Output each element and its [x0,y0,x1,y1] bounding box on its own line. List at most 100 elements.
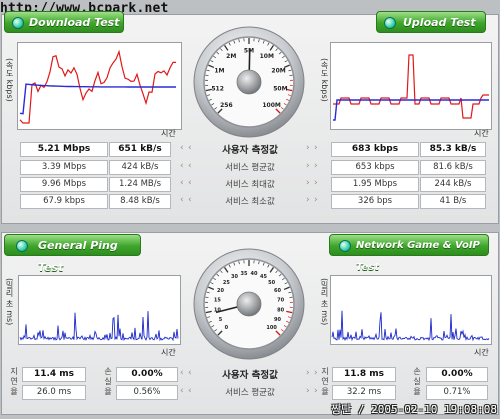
upload-speed-line [333,54,489,119]
chevron-left-icon: ‹ [180,161,184,171]
gauge-tick-label: 0 [225,325,229,331]
gauge-tick-label: 70 [277,297,284,303]
chevron-right-icon: › [306,195,310,205]
download-bytes-value: 1.24 MB/s [109,177,171,192]
voip-loss-value: 0.71% [426,385,488,400]
ping-latency-value: 11.4 ms [22,367,86,382]
voip-loss-side-label: 손실율 [413,367,421,396]
chevron-right-icon: › [306,368,310,378]
gauge-tick-label: 5 [219,317,223,323]
ping-x-axis-label: 시간 [161,348,176,357]
general-ping-test-tab[interactable]: General Ping Test [4,234,141,274]
download-speed-graph [17,42,182,130]
download-test-title: Download Test [29,16,120,29]
ping-loss-value: 0.56% [116,385,178,400]
chevron-right-icon: › [314,368,318,378]
voip-latency-value: 32.2 ms [332,385,396,400]
ping-service-average-label: 서비스 평균값 [225,388,275,398]
upload-speed-graph [330,42,492,130]
gauge-tick-label: 20M [271,67,285,74]
gauge-tick-label: 2M [226,53,236,60]
service-max-label: 서비스 최대값 [225,180,275,190]
download-x-axis-label: 시간 [161,129,176,138]
ping-latency-line [19,311,179,342]
ping-loss-value: 0.00% [116,367,178,382]
gauge-tick-label: 50M [273,86,287,93]
service-average-label: 서비스 평균값 [225,163,275,173]
chevron-right-icon: › [306,386,310,396]
gauge-tick-label: 15 [214,297,221,303]
gauge-tick-label: 512 [211,86,224,93]
chevron-left-icon: ‹ [180,368,184,378]
voip-latency-graph [330,275,492,345]
footer-timestamp: 짱단 / 2005-02-10 19:08:08 [331,403,497,416]
speed-gauge: 2565121M2M5M10M20M50M100M [193,26,305,138]
upload-bytes-value: 81.6 kB/s [420,160,486,175]
chevron-left-icon: ‹ [180,386,184,396]
ping-latency-value: 26.0 ms [22,385,86,400]
gauge-tick-label: 50 [268,280,275,286]
gauge-tick-label: 80 [277,308,284,314]
download-y-axis-label: (속도 kbps) [5,57,14,102]
chevron-right-icon: › [314,178,318,188]
gauge-tick-label: 25 [223,280,230,286]
gauge-tick-label: 30 [231,274,238,280]
voip-test-tab[interactable]: Network Game & VoIP Test [329,234,489,273]
status-light-icon [339,240,351,252]
upload-bytes-value: 244 kB/s [420,177,486,192]
download-bps-value: 9.96 Mbps [20,177,108,192]
chevron-right-icon: › [314,195,318,205]
download-bytes-value: 651 kB/s [109,142,171,157]
upload-test-tab[interactable]: Upload Test [376,11,486,33]
upload-test-title: Upload Test [403,16,476,29]
download-bps-value: 5.21 Mbps [20,142,108,157]
chevron-left-icon: ‹ [188,161,192,171]
ping-y-axis-label: (밀리 초 ms) [5,278,14,326]
upload-bps-value: 326 bps [331,194,419,209]
voip-latency-line [331,310,490,342]
gauge-tick-label: 20 [217,288,224,294]
upload-average-line [333,99,489,121]
status-light-icon [16,240,28,252]
voip-x-axis-label: 시간 [474,348,489,357]
download-bps-value: 67.9 kbps [20,194,108,209]
chevron-left-icon: ‹ [180,195,184,205]
upload-y-axis-label: (속도 kbps) [320,57,329,102]
download-bytes-value: 8.48 kB/s [109,194,171,209]
gauge-tick-label: 100M [262,102,281,109]
chevron-left-icon: ‹ [188,368,192,378]
ping-gauge: 05101520253035 40455060708090100 [193,248,305,360]
gauge-hub [236,291,262,317]
status-light-icon [12,17,24,29]
user-measure-label: 사용자 측정값 [222,145,278,156]
chevron-right-icon: › [306,161,310,171]
upload-bps-value: 1.95 Mbps [331,177,419,192]
chevron-right-icon: › [306,178,310,188]
download-bps-value: 3.39 Mbps [20,160,108,175]
chevron-left-icon: ‹ [188,195,192,205]
chevron-left-icon: ‹ [180,143,184,153]
chevron-left-icon: ‹ [188,386,192,396]
gauge-tick-label: 10M [260,53,274,60]
gauge-hub [236,69,262,95]
chevron-right-icon: › [314,386,318,396]
voip-loss-value: 0.00% [426,367,488,382]
gauge-tick-label: 90 [274,317,281,323]
gauge-tick-label: 256 [220,102,233,109]
download-test-tab[interactable]: Download Test [4,11,124,33]
gauge-tick-label: 40 [251,271,258,277]
upload-bps-value: 653 kbps [331,160,419,175]
gauge-tick-label: 100 [266,325,277,331]
gauge-tick-label: 1M [214,67,224,74]
ping-user-measure-label: 사용자 측정값 [222,370,278,381]
service-min-label: 서비스 최소값 [225,197,275,207]
ping-loss-side-label: 손실율 [104,367,112,396]
status-light-icon [384,17,396,29]
ping-latency-side-label: 지연율 [10,367,18,396]
voip-latency-value: 11.8 ms [332,367,396,382]
upload-bps-value: 683 kbps [331,142,419,157]
gauge-tick-label: 45 [260,274,267,280]
download-bytes-value: 424 kB/s [109,160,171,175]
voip-latency-side-label: 지연율 [321,367,329,396]
upload-bytes-value: 41 B/s [420,194,486,209]
